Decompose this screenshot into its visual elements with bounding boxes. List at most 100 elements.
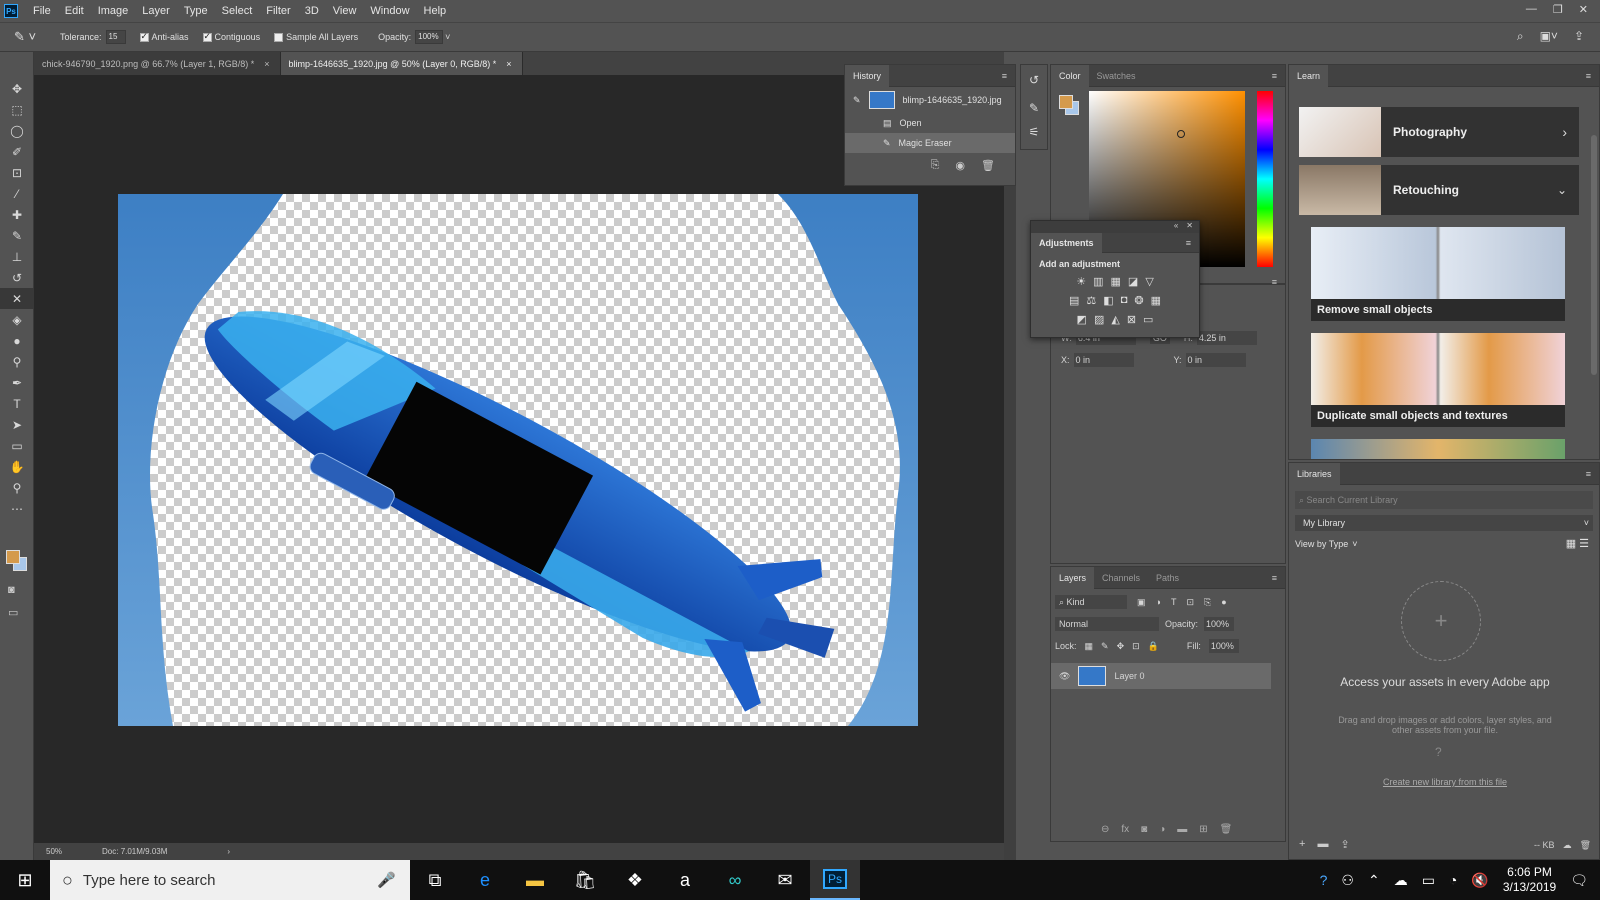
pen-tool-icon[interactable]: ✒: [0, 372, 34, 393]
mail-icon[interactable]: ✉: [760, 860, 810, 900]
channel-mixer-icon[interactable]: ❂: [1134, 294, 1143, 307]
layer-name[interactable]: Layer 0: [1114, 671, 1144, 681]
trash-icon[interactable]: 🗑: [1220, 824, 1233, 835]
marquee-tool-icon[interactable]: ⬚: [0, 99, 34, 120]
hue-slider[interactable]: [1257, 91, 1273, 267]
blend-mode-dropdown[interactable]: Normal: [1055, 617, 1159, 631]
new-layer-icon[interactable]: ⊞: [1199, 824, 1207, 835]
adjustment-layer-icon[interactable]: ◑: [1159, 824, 1165, 835]
panel-menu-icon[interactable]: ≡: [1272, 277, 1277, 287]
status-arrow-icon[interactable]: ›: [227, 847, 230, 856]
close-icon[interactable]: ✕: [1186, 221, 1193, 233]
upload-icon[interactable]: ⇪: [1340, 838, 1349, 851]
create-library-link[interactable]: Create new library from this file: [1329, 777, 1561, 787]
grid-view-icon[interactable]: ▦ ☰: [1566, 537, 1589, 550]
restore-button[interactable]: ❐: [1553, 3, 1563, 16]
height-input[interactable]: 4.25 in: [1196, 331, 1257, 345]
menu-edit[interactable]: Edit: [58, 5, 91, 17]
task-view-icon[interactable]: ⧉: [410, 860, 460, 900]
panel-menu-icon[interactable]: ≡: [1586, 71, 1591, 81]
y-input[interactable]: 0 in: [1185, 353, 1246, 367]
curves-icon[interactable]: ▦: [1111, 275, 1121, 288]
tab-swatches[interactable]: Swatches: [1089, 65, 1144, 87]
link-layers-icon[interactable]: ⊖: [1101, 824, 1109, 835]
tab-close-icon[interactable]: ×: [264, 59, 269, 69]
crop-tool-icon[interactable]: ⊡: [0, 162, 34, 183]
vibrance-icon[interactable]: ▽: [1145, 275, 1153, 288]
help-icon[interactable]: ?: [1435, 745, 1442, 759]
properties-panel-icon[interactable]: ⚟: [1021, 125, 1047, 139]
black-white-icon[interactable]: ◧: [1103, 294, 1113, 307]
healing-brush-tool-icon[interactable]: ✚: [0, 204, 34, 225]
lasso-tool-icon[interactable]: ◯: [0, 120, 34, 141]
rectangle-tool-icon[interactable]: ▭: [0, 435, 34, 456]
hand-tool-icon[interactable]: ✋: [0, 456, 34, 477]
panel-menu-icon[interactable]: ≡: [1272, 71, 1277, 81]
windows-start-icon[interactable]: ⊞: [0, 860, 50, 900]
eyedropper-tool-icon[interactable]: ⁄: [0, 183, 34, 204]
mask-icon[interactable]: ◙: [1141, 824, 1147, 835]
history-item-magic-eraser[interactable]: ✎ Magic Eraser: [845, 133, 1015, 153]
contiguous-checkbox[interactable]: Contiguous: [202, 31, 260, 42]
photoshop-taskbar-icon[interactable]: Ps: [810, 860, 860, 900]
color-foreground-swatch[interactable]: [1059, 95, 1073, 109]
path-select-tool-icon[interactable]: ➤: [0, 414, 34, 435]
menu-filter[interactable]: Filter: [259, 5, 297, 17]
lock-transparent-icon[interactable]: ▦: [1085, 641, 1094, 652]
clock[interactable]: 6:06 PM 3/13/2019: [1503, 865, 1556, 895]
filter-adjustment-icon[interactable]: ◑: [1156, 597, 1161, 607]
gradient-map-icon[interactable]: ▭: [1143, 313, 1153, 326]
trash-icon[interactable]: 🗑: [981, 159, 995, 172]
history-item-open[interactable]: ▤ Open: [845, 113, 1015, 133]
tab-history[interactable]: History: [845, 64, 890, 87]
antialias-checkbox[interactable]: Anti-alias: [139, 31, 189, 42]
history-snapshot[interactable]: ✎ blimp-1646635_1920.jpg: [845, 87, 1015, 113]
camera-icon[interactable]: ◉: [955, 159, 965, 172]
document-canvas[interactable]: [118, 194, 918, 726]
search-icon[interactable]: ⌕: [1517, 29, 1524, 44]
dodge-tool-icon[interactable]: ⚲: [0, 351, 34, 372]
paint-bucket-tool-icon[interactable]: ◈: [0, 309, 34, 330]
library-search[interactable]: ⌕ Search Current Library: [1295, 491, 1593, 509]
sample-all-layers-checkbox[interactable]: Sample All Layers: [274, 32, 358, 42]
canvas-scrollbar[interactable]: [1004, 75, 1016, 860]
cloud-icon[interactable]: ☁: [1563, 840, 1572, 851]
lock-position-icon[interactable]: ✥: [1117, 641, 1125, 652]
selective-color-icon[interactable]: ⊠: [1127, 313, 1136, 326]
blur-tool-icon[interactable]: ●: [0, 330, 34, 351]
file-explorer-icon[interactable]: ▬: [510, 860, 560, 900]
layer-filter-dropdown[interactable]: ⌕ Kind: [1055, 595, 1127, 609]
menu-3d[interactable]: 3D: [298, 5, 326, 17]
lock-all-icon[interactable]: 🔒: [1148, 641, 1159, 652]
store-icon[interactable]: 🛍: [560, 860, 610, 900]
edge-icon[interactable]: e: [460, 860, 510, 900]
opacity-input[interactable]: 100%: [415, 30, 444, 44]
volume-icon[interactable]: 🔇: [1471, 872, 1488, 889]
tolerance-input[interactable]: 15: [105, 30, 126, 44]
panel-menu-icon[interactable]: ≡: [1002, 71, 1007, 81]
color-lookup-icon[interactable]: ▦: [1151, 294, 1161, 307]
zoom-tool-icon[interactable]: ⚲: [0, 477, 34, 498]
color-swatches[interactable]: [6, 550, 30, 574]
eye-icon[interactable]: 👁: [1059, 671, 1070, 682]
arduino-icon[interactable]: ∞: [710, 860, 760, 900]
brightness-contrast-icon[interactable]: ☀: [1076, 275, 1086, 288]
eraser-tool-icon[interactable]: ✕: [0, 288, 34, 309]
minimize-button[interactable]: —: [1526, 3, 1537, 16]
dropbox-icon[interactable]: ❖: [610, 860, 660, 900]
lock-artboard-icon[interactable]: ⊡: [1132, 641, 1140, 652]
close-button[interactable]: ✕: [1579, 3, 1588, 16]
menu-help[interactable]: Help: [417, 5, 454, 17]
microphone-icon[interactable]: 🎤: [377, 871, 396, 889]
menu-window[interactable]: Window: [363, 5, 416, 17]
panel-menu-icon[interactable]: ≡: [1272, 573, 1277, 583]
notifications-icon[interactable]: 🗨: [1570, 872, 1588, 889]
levels-icon[interactable]: ▥: [1093, 275, 1103, 288]
group-icon[interactable]: ▬: [1177, 824, 1187, 835]
panel-menu-icon[interactable]: ≡: [1586, 469, 1591, 479]
filter-pixel-icon[interactable]: ▣: [1137, 597, 1146, 608]
people-icon[interactable]: ⚇: [1341, 872, 1354, 889]
menu-type[interactable]: Type: [177, 5, 215, 17]
wifi-icon[interactable]: ◔: [1449, 872, 1457, 888]
learn-scrollbar[interactable]: [1591, 135, 1597, 375]
